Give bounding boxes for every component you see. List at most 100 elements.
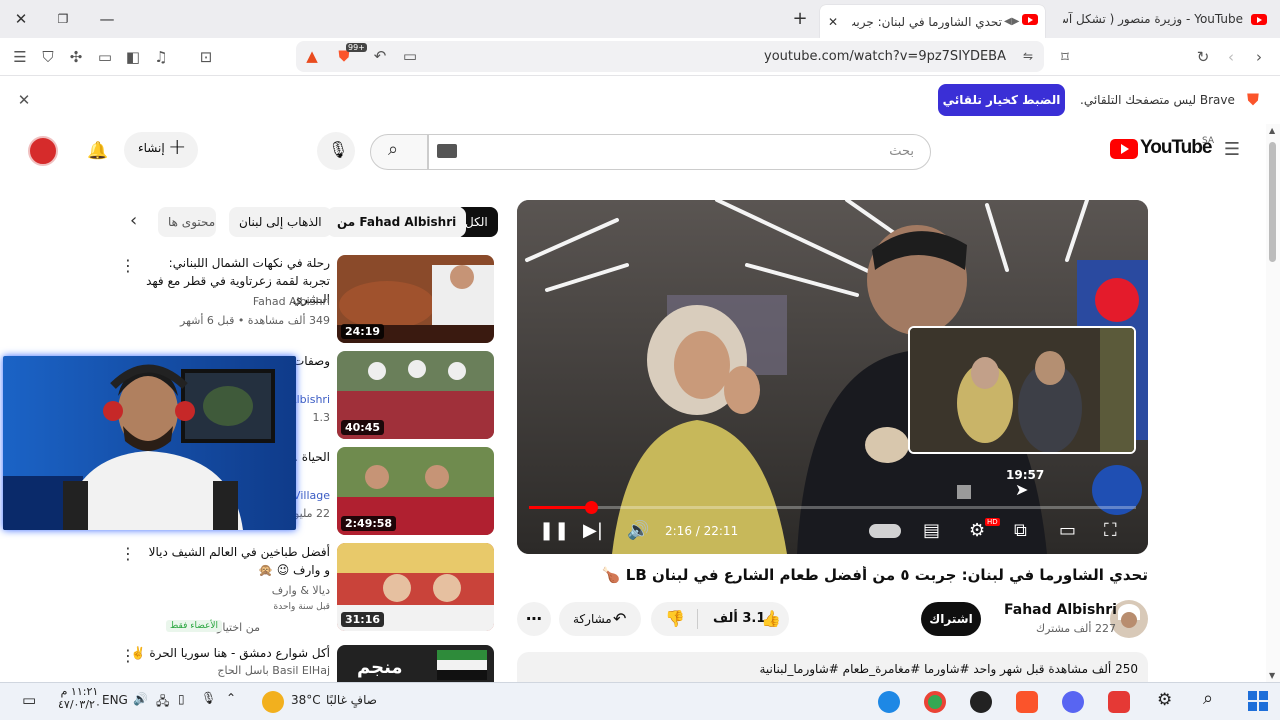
youtube-header: 🔔 إنشاء + 🎙 ⌕ بحث YouTube SA ☰ (0, 124, 1266, 180)
screenshot-icon[interactable]: ⊡ (196, 47, 216, 67)
rec-more-icon[interactable]: ⋮ (120, 646, 136, 665)
restore-window-icon[interactable]: ❐ (52, 8, 74, 30)
windows-start-icon[interactable] (1248, 691, 1268, 711)
chip-from-channel[interactable]: من Fahad Albishri (327, 207, 467, 237)
rec-channel[interactable]: Basil ElHaj باسل الحاج (217, 664, 330, 677)
cast-icon[interactable]: ▭ (400, 46, 420, 66)
address-bar[interactable]: ▲ ⛊ 99+ ↶ ▭ youtube.com/watch?v=9pz7SIYD… (296, 41, 1044, 72)
weather-text[interactable]: صافٍ غالبًا (326, 693, 377, 707)
settings-taskbar-icon[interactable]: ⚙ (1157, 690, 1172, 710)
chrome-icon[interactable] (924, 691, 946, 713)
youtube-logo-text[interactable]: YouTube (1140, 137, 1212, 159)
page-scrollbar[interactable]: ▲ ▼ (1266, 124, 1280, 682)
more-actions-icon[interactable]: ⋯ (517, 602, 551, 636)
rec-channel[interactable]: ديالا & وارف (272, 584, 330, 597)
rec-thumbnail[interactable]: 24:19 (337, 255, 494, 343)
pause-icon[interactable]: ❚❚ (539, 520, 569, 541)
chips-scroll-left-icon[interactable]: ‹ (130, 210, 137, 231)
chip-content[interactable]: محتوى ها (158, 207, 216, 237)
like-icon[interactable]: 👍 (761, 602, 781, 636)
theater-mode-icon[interactable]: ▭ (1059, 520, 1076, 541)
brave-taskbar-icon[interactable] (1016, 691, 1038, 713)
rec-thumbnail[interactable]: 31:16 (337, 543, 494, 631)
fullscreen-icon[interactable]: ⛶ (1104, 520, 1117, 541)
device-tray-icon[interactable]: ▯ (178, 692, 185, 706)
volume-icon[interactable]: 🔊 (627, 520, 649, 541)
subtitles-icon[interactable]: ▤ (923, 520, 940, 541)
weather-temp[interactable]: 38°C (291, 693, 321, 707)
reload-icon[interactable]: ↻ (1193, 47, 1213, 67)
wallet-icon[interactable]: ▭ (95, 47, 115, 67)
scroll-down-icon[interactable]: ▼ (1269, 671, 1275, 680)
show-hidden-icons-icon[interactable]: ⌃ (226, 691, 236, 705)
rec-channel[interactable]: Village (293, 489, 330, 502)
set-default-button[interactable]: الضبط كخيار تلقائي (938, 84, 1065, 116)
bookmark-icon[interactable]: ⌑ (1055, 47, 1075, 67)
tab-current[interactable]: ✕ تحدي الشاورما في لبنان: جربت ◀▶ (820, 5, 1045, 38)
rec-title[interactable]: أفضل طباخين في العالم الشيف ديالا و وارف… (140, 543, 330, 579)
progress-scrubber[interactable] (584, 501, 598, 514)
autoplay-toggle[interactable] (869, 524, 901, 538)
weather-icon[interactable] (262, 691, 284, 713)
chip-lebanon[interactable]: الذهاب إلى لبنان (229, 207, 332, 237)
create-button[interactable]: إنشاء + (124, 132, 198, 168)
notifications-icon[interactable]: 🔔 (87, 141, 108, 161)
settings-gear-icon[interactable]: ⚙ (969, 520, 985, 541)
share-button[interactable]: مشاركة ↶ (559, 602, 641, 636)
youtube-logo-icon[interactable] (1110, 139, 1138, 159)
search-button[interactable]: ⌕ (370, 134, 428, 170)
close-banner-icon[interactable]: ✕ (14, 90, 34, 110)
screen-recorder-icon[interactable] (1108, 691, 1130, 713)
discord-icon[interactable] (1062, 691, 1084, 713)
rec-title[interactable]: الحياة ... فيديوات (290, 448, 330, 466)
search-taskbar-icon[interactable]: ⌕ (1203, 688, 1213, 709)
rec-title[interactable]: وصفات ... السعودي (290, 352, 330, 370)
subscribe-button[interactable]: اشتراك (921, 602, 981, 636)
forward-icon[interactable]: ‹ (1221, 47, 1241, 67)
new-tab-icon[interactable]: + (789, 8, 811, 30)
share-icon[interactable]: ↶ (370, 46, 390, 66)
microphone-tray-icon[interactable]: 🎙 (201, 691, 216, 705)
taskbar-clock[interactable]: ١١:٢١ م ٤٧/٠٣/٢٠ (58, 685, 101, 711)
keyboard-icon[interactable] (437, 144, 457, 158)
rec-channel[interactable]: Fahad Albishri (253, 295, 330, 308)
voice-search-button[interactable]: 🎙 (317, 132, 355, 170)
avatar[interactable] (28, 136, 58, 166)
rec-thumbnail[interactable]: منجم (337, 645, 494, 682)
progress-bar[interactable] (529, 501, 1136, 514)
rec-more-icon[interactable]: ⋮ (120, 256, 136, 275)
close-window-icon[interactable]: ✕ (10, 8, 32, 30)
network-tray-icon[interactable]: 🖧 (156, 692, 169, 713)
rec-more-icon[interactable]: ⋮ (120, 544, 136, 563)
miniplayer-icon[interactable]: ⧉ (1014, 520, 1027, 541)
rec-thumbnail[interactable]: 40:45 (337, 351, 494, 439)
back-icon[interactable]: › (1249, 47, 1269, 67)
shield-icon[interactable]: ⛉ (38, 47, 58, 67)
search-input[interactable]: بحث (428, 134, 931, 170)
channel-name[interactable]: Fahad Albishri (1004, 602, 1117, 618)
tab-close-icon[interactable]: ✕ (828, 15, 838, 29)
notification-center-icon[interactable]: ▭ (22, 691, 36, 709)
obs-icon[interactable] (970, 691, 992, 713)
puzzle-icon[interactable]: ✣ (66, 47, 86, 67)
tab-other[interactable]: YouTube - وزيرة منصور ( تشكل آس ) (1055, 5, 1275, 33)
rec-thumbnail[interactable]: 2:49:58 (337, 447, 494, 535)
language-indicator[interactable]: ENG (102, 693, 128, 707)
next-icon[interactable]: ▶| (583, 520, 603, 541)
audio-playing-icon[interactable]: ◀▶ (1004, 16, 1019, 27)
default-browser-banner: ✕ الضبط كخيار تلقائي Brave ليس متصفحك ال… (0, 77, 1280, 124)
site-settings-icon[interactable]: ⇋ (1018, 46, 1038, 66)
sidebar-icon[interactable]: ◧ (123, 47, 143, 67)
rewards-icon[interactable]: ▲ (302, 46, 322, 66)
video-player[interactable]: 19:57 ➤ ❚❚ ▶| 🔊 2:16 / 22:11 ▤ ⚙ HD ⧉ ▭ … (517, 200, 1148, 554)
dislike-icon[interactable]: 👎 (665, 602, 685, 636)
scroll-up-icon[interactable]: ▲ (1269, 126, 1275, 135)
volume-tray-icon[interactable]: 🔊 (133, 692, 148, 706)
guide-menu-icon[interactable]: ☰ (1222, 140, 1242, 160)
menu-icon[interactable]: ☰ (10, 47, 30, 67)
music-icon[interactable]: ♫ (151, 47, 171, 67)
minimize-window-icon[interactable]: — (96, 8, 118, 30)
edge-icon[interactable] (878, 691, 900, 713)
rec-title[interactable]: أكل شوارع دمشق - هنا سوريا الحرة ✌️ (131, 644, 330, 662)
scrollbar-thumb[interactable] (1269, 142, 1276, 262)
